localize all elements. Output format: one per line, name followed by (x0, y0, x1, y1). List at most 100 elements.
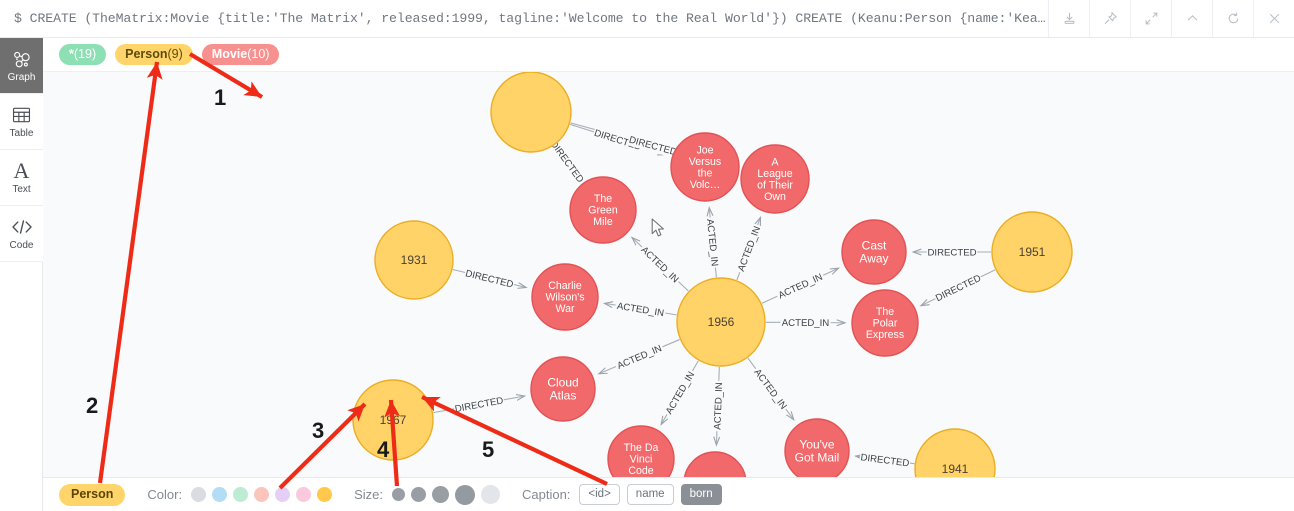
graph-node-caption: Joe (696, 144, 713, 156)
graph-node-caption: 1931 (401, 253, 428, 267)
graph-node-caption: A (771, 156, 779, 168)
size-option-0[interactable] (391, 488, 405, 501)
graph-node-movie[interactable]: Apollo 13 (683, 451, 747, 477)
caption-option-group[interactable]: <id> name born (579, 484, 722, 505)
rail-item-graph[interactable]: Graph (0, 38, 43, 94)
graph-node-person[interactable] (490, 72, 572, 153)
color-swatch-4[interactable] (275, 487, 291, 502)
caption-option-0[interactable]: <id> (579, 484, 620, 505)
chip-all[interactable]: *(19) (59, 44, 107, 65)
graph-node-movie[interactable]: You'veGot Mail (784, 418, 850, 477)
graph-node-person[interactable]: 1941 (914, 428, 996, 477)
edge-label: ACTED_IN (712, 382, 725, 430)
graph-node-caption: 1941 (942, 462, 969, 476)
graph-node-caption: 1951 (1019, 245, 1046, 259)
graph-node-movie[interactable]: JoeVersustheVolc… (670, 132, 740, 202)
view-mode-rail: Graph Table A Text Code (0, 38, 43, 511)
close-icon[interactable] (1253, 0, 1294, 37)
download-icon[interactable] (1048, 0, 1089, 37)
graph-node-caption: Mile (593, 216, 613, 228)
size-option-2[interactable] (431, 486, 449, 503)
query-text: $ CREATE (TheMatrix:Movie {title:'The Ma… (14, 11, 1046, 26)
chip-movie-count: (10) (247, 47, 270, 61)
color-swatch-2[interactable] (233, 487, 249, 502)
graph-node-movie[interactable]: The DaVinciCode (607, 425, 675, 477)
rail-label-graph: Graph (7, 72, 36, 83)
refresh-icon[interactable] (1212, 0, 1253, 37)
size-option-4[interactable] (480, 485, 500, 504)
graph-rendering[interactable]: DIRECTED DIRECTED DIRECTED DIRECTED ACTED_IN… (43, 72, 1294, 477)
edge-label: ACTED_IN (736, 225, 763, 273)
graph-node-caption: Versus (689, 156, 721, 168)
color-swatch-1[interactable] (212, 487, 228, 502)
edge-label: ACTED_IN (664, 370, 697, 417)
graph-node-caption: Vinci (630, 454, 653, 466)
graph-node-caption: Cast (862, 239, 887, 253)
edge-label: DIRECTED (934, 273, 983, 304)
color-swatch-5[interactable] (296, 487, 312, 502)
graph-node-caption: Got Mail (795, 451, 840, 465)
rail-label-code: Code (9, 240, 34, 251)
graph-node-person[interactable]: 1931 (374, 220, 454, 300)
graph-node-caption: League (757, 168, 792, 180)
color-swatch-6[interactable] (317, 487, 333, 502)
rail-item-table[interactable]: Table (0, 94, 43, 150)
topbar-actions (1048, 0, 1294, 37)
chip-movie-name: Movie (211, 47, 248, 61)
edge-label: DIRECTED (464, 268, 514, 290)
caption-label: Caption: (521, 487, 571, 502)
edge-label: ACTED_IN (639, 245, 681, 286)
caption-option-1[interactable]: name (626, 484, 674, 505)
label-chips-bar: *(19) Person(9) Movie(10) (43, 38, 1294, 72)
graph-node-movie[interactable]: ThePolarExpress (851, 289, 919, 357)
pin-icon[interactable] (1089, 0, 1130, 37)
graph-node-caption: The Da (624, 442, 659, 454)
code-icon (11, 216, 33, 238)
color-label: Color: (147, 487, 183, 502)
graph-node-caption: the (698, 167, 713, 179)
graph-node-person[interactable]: 1951 (991, 211, 1073, 293)
rail-label-table: Table (9, 128, 34, 139)
edge-label: ACTED_IN (782, 318, 830, 329)
graph-node-movie[interactable]: TheGreenMile (569, 176, 637, 244)
size-option-group[interactable] (391, 484, 500, 505)
inspector-selected-label[interactable]: Person (59, 483, 126, 506)
expand-icon[interactable] (1130, 0, 1171, 37)
graph-node-caption: Charlie (548, 280, 582, 292)
graph-node-person[interactable]: 1956 (676, 277, 766, 367)
chip-person-count: (9) (167, 47, 183, 61)
graph-node-person[interactable]: 1967 (352, 379, 434, 461)
edge-label: DIRECTED (628, 135, 678, 159)
caption-option-2[interactable]: born (680, 484, 722, 505)
graph-canvas[interactable]: *(19) Person(9) Movie(10) DIRECTED DIRECT… (43, 38, 1294, 511)
graph-node-caption: Code (628, 465, 653, 477)
graph-node-movie[interactable]: ALeagueof TheirOwn (740, 144, 810, 214)
rail-item-code[interactable]: Code (0, 206, 43, 262)
color-swatch-3[interactable] (254, 487, 270, 502)
size-option-1[interactable] (410, 487, 426, 502)
rail-item-text[interactable]: A Text (0, 150, 43, 206)
chip-person[interactable]: Person(9) (115, 44, 193, 65)
graph-viewport[interactable]: DIRECTED DIRECTED DIRECTED DIRECTED ACTED_IN… (43, 72, 1294, 477)
graph-node-movie[interactable]: CloudAtlas (530, 356, 596, 422)
query-topbar: $ CREATE (TheMatrix:Movie {title:'The Ma… (0, 0, 1294, 38)
graph-node-movie[interactable]: CastAway (841, 219, 907, 285)
graph-node-caption: The (594, 193, 612, 205)
edge-label: DIRECTED (860, 452, 910, 469)
graph-node-caption: Polar (873, 318, 898, 330)
graph-node-caption: Volc… (690, 179, 721, 191)
edge-label: DIRECTED (927, 247, 976, 258)
rail-label-text: Text (12, 184, 31, 195)
size-option-3[interactable] (454, 484, 475, 505)
chip-movie[interactable]: Movie(10) (201, 44, 280, 65)
graph-node-caption: 1956 (708, 315, 735, 329)
graph-node-caption: Express (866, 329, 904, 341)
color-swatch-group[interactable] (191, 487, 333, 502)
table-icon (12, 104, 31, 126)
graph-node-movie[interactable]: CharlieWilson'sWar (531, 263, 599, 331)
color-swatch-0[interactable] (191, 487, 207, 502)
chip-person-name: Person (125, 47, 168, 61)
graph-node-caption: 1967 (380, 413, 407, 427)
collapse-chevron-icon[interactable] (1171, 0, 1212, 37)
text-icon: A (13, 158, 30, 183)
